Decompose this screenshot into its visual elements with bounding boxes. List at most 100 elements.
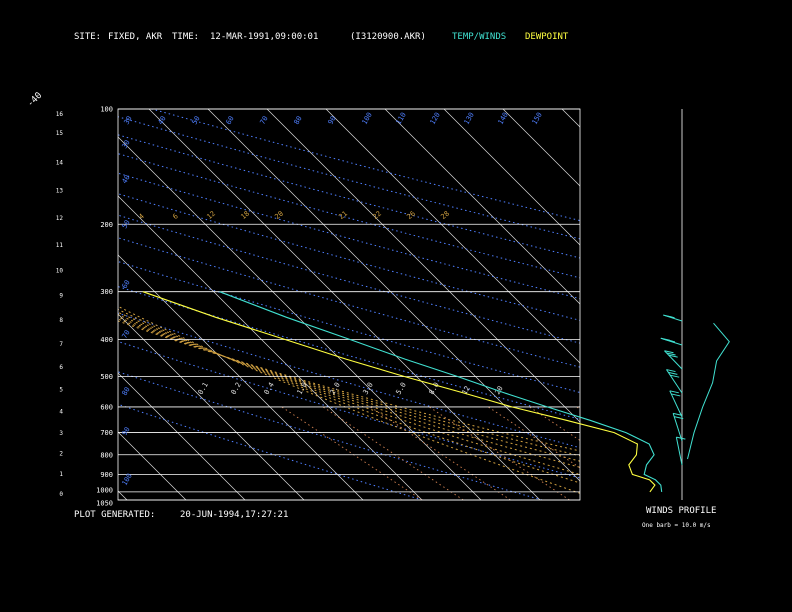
dry-adiabat-label: 90 — [121, 426, 132, 437]
mixing-ratio-label: 2.0 — [329, 381, 342, 396]
dry-adiabat-label: 50 — [191, 115, 202, 126]
mixing-ratio-line — [624, 407, 764, 500]
mixing-ratio-label: 5.0 — [395, 381, 408, 396]
dry-adiabat-label: 70 — [259, 115, 270, 126]
height-tick-label: 6 — [59, 364, 63, 371]
moist-adiabat-label: 6 — [171, 212, 179, 221]
dry-adiabat-label: 50 — [121, 219, 132, 230]
dry-adiabat-line — [118, 261, 580, 394]
isotherm-line — [384, 109, 580, 305]
isotherm-line — [118, 254, 364, 500]
moist-adiabat-label: 21 — [337, 210, 349, 222]
pressure-tick-label: 200 — [100, 221, 113, 229]
dry-adiabat-label: 70 — [121, 329, 132, 340]
moist-adiabat-label: 28 — [439, 210, 451, 222]
isotherm-line — [266, 109, 580, 423]
dry-adiabat-line — [118, 214, 580, 344]
pressure-tick-label: 400 — [100, 336, 113, 344]
dry-adiabat-line — [118, 237, 580, 368]
height-tick-label: 5 — [59, 386, 63, 393]
wind-barb-flag — [669, 390, 679, 394]
moist-adiabat-label: 20 — [273, 210, 285, 222]
plot-area — [0, 109, 792, 500]
dry-adiabat-label: 130 — [463, 111, 476, 126]
pressure-tick-label: 700 — [100, 429, 113, 437]
pressure-tick-label: 300 — [100, 288, 113, 296]
mixing-ratio-line — [428, 406, 570, 500]
dry-adiabat-label: 140 — [497, 111, 510, 126]
isotherm-line — [118, 431, 187, 500]
mixing-ratio-label: 20 — [494, 385, 505, 396]
height-tick-label: 3 — [59, 430, 63, 437]
plot-frame — [117, 108, 581, 501]
dry-adiabat-line — [118, 193, 580, 321]
height-tick-label: 2 — [59, 451, 63, 458]
dry-adiabat-label: 120 — [429, 111, 442, 126]
height-tick-label: 8 — [59, 317, 63, 324]
dry-adiabat-label: 80 — [121, 386, 132, 397]
height-tick-label: 0 — [59, 491, 63, 498]
wind-barb-shaft — [666, 369, 683, 394]
pressure-tick-label: 500 — [100, 373, 113, 381]
height-tick-label: 12 — [56, 215, 64, 222]
dry-adiabat-label: 150 — [531, 111, 544, 126]
height-tick-label: 9 — [59, 293, 63, 300]
moist-adiabat-label: 4 — [137, 212, 145, 221]
height-tick-label: 16 — [56, 111, 64, 118]
mixing-ratio-line — [576, 406, 580, 410]
dry-adiabat-label: 60 — [225, 115, 236, 126]
dry-adiabat-label: 40 — [121, 174, 132, 185]
mixing-ratio-label: 0.2 — [230, 381, 243, 396]
dry-adiabat-line — [118, 403, 423, 500]
wind-barb-flag — [671, 393, 681, 397]
mixing-ratio-line — [322, 406, 464, 500]
isotherm-line — [0, 109, 9, 500]
pressure-tick-label: 1050 — [96, 500, 113, 508]
dry-adiabat-line — [118, 286, 580, 420]
isotherm-label: -40 — [26, 91, 45, 110]
dry-adiabat-line — [118, 340, 580, 479]
isotherm-line — [118, 490, 128, 500]
dry-adiabat-line — [118, 312, 580, 449]
isotherm-line — [207, 109, 580, 482]
pressure-tick-label: 800 — [100, 451, 113, 459]
pressure-tick-label: 100 — [100, 106, 113, 114]
dry-adiabat-line — [118, 172, 580, 300]
dry-adiabat-label: 30 — [121, 139, 132, 150]
moist-adiabat-label: 22 — [371, 210, 383, 222]
moist-adiabat-line — [118, 308, 580, 484]
height-tick-label: 1 — [59, 471, 63, 478]
height-tick-label: 11 — [56, 242, 64, 249]
dry-adiabat-line — [118, 116, 580, 240]
dry-adiabat-label: 100 — [361, 111, 374, 126]
height-tick-label: 15 — [56, 130, 64, 137]
isotherm-line — [0, 109, 68, 500]
moist-adiabat-line — [118, 320, 580, 452]
height-tick-label: 14 — [56, 159, 64, 166]
mixing-ratio-label: 3.0 — [362, 381, 375, 396]
mixing-ratio-line — [369, 406, 511, 500]
mixing-ratio-line — [665, 407, 792, 500]
dry-adiabat-label: 40 — [157, 115, 168, 126]
dry-adiabat-label: 80 — [293, 115, 304, 126]
mixing-ratio-line — [487, 406, 580, 469]
mixing-ratio-line — [281, 406, 423, 500]
moist-adiabat-line — [118, 318, 580, 457]
mixing-ratio-label: 0.4 — [263, 381, 276, 396]
dry-adiabat-label: 110 — [395, 111, 408, 126]
temperature-curve — [219, 291, 663, 492]
winds-profile-trace — [687, 322, 730, 460]
pressure-tick-label: 600 — [100, 403, 113, 411]
isotherm-line — [502, 109, 580, 187]
isotherm-line — [118, 195, 423, 500]
height-tick-label: 10 — [56, 268, 64, 275]
height-tick-label: 13 — [56, 188, 64, 195]
skewt-chart: 1002003004005006007008009001000105001234… — [0, 91, 792, 508]
dry-adiabat-line — [118, 153, 580, 279]
height-tick-label: 4 — [59, 408, 63, 415]
dry-adiabat-label: 90 — [327, 115, 338, 126]
isotherm-line — [148, 109, 541, 500]
moist-adiabat-label: 26 — [405, 210, 417, 222]
isotherm-line — [443, 109, 580, 246]
mixing-ratio-label: 1.0 — [296, 381, 309, 396]
